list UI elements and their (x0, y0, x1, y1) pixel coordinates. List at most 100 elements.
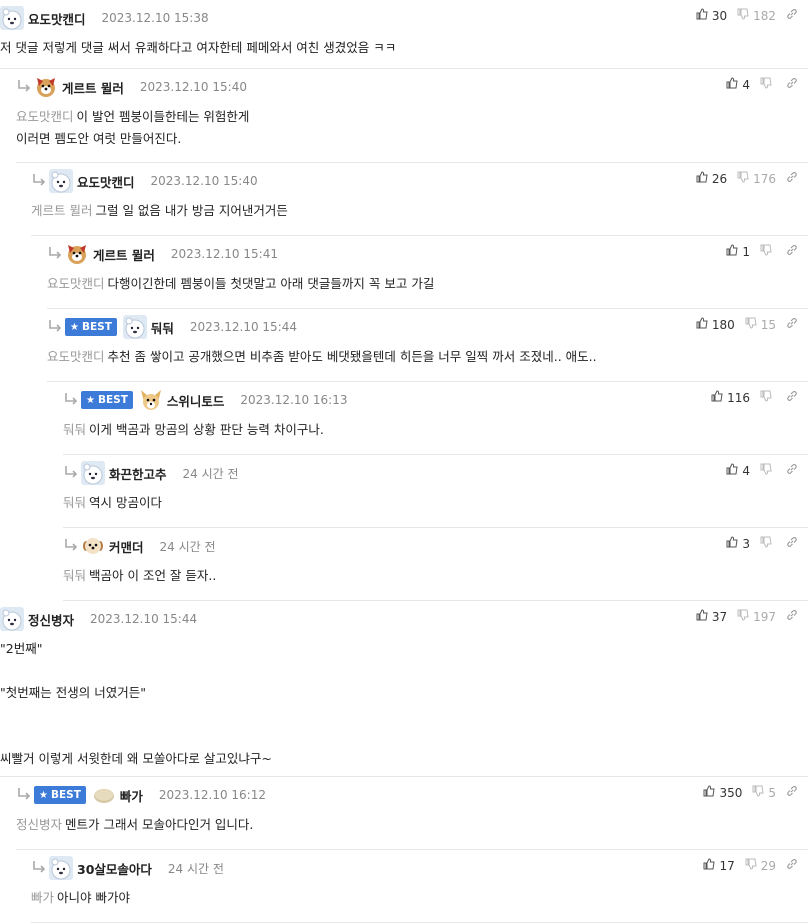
comment-body: 요도맛캔디 다행이긴한데 펨붕이들 첫댓말고 아래 댓글들까지 꼭 보고 가길 (47, 273, 768, 295)
downvote-button[interactable]: 176 (737, 171, 776, 186)
vote-area: 30 182 (696, 8, 798, 23)
thumbs-down-icon (760, 463, 776, 478)
comment-author[interactable]: 게르트 뮐러 (93, 245, 155, 264)
upvote-button[interactable]: 116 (711, 390, 750, 405)
mention-link[interactable]: 요도맛캔디 (16, 109, 74, 124)
comment-author[interactable]: 화끈한고추 (109, 464, 167, 483)
avatar[interactable] (0, 6, 24, 30)
downvote-button[interactable] (760, 536, 776, 551)
avatar[interactable] (34, 75, 58, 99)
comment-author[interactable]: 빠가 (120, 786, 143, 805)
upvote-button[interactable]: 1 (726, 244, 750, 259)
comment-text: 백곰아 이 조언 잘 듣자.. (89, 568, 217, 583)
reply-arrow-icon (63, 392, 81, 409)
avatar[interactable] (91, 783, 116, 807)
mention-link[interactable]: 요도맛캔디 (47, 349, 105, 364)
vote-area: 26 176 (696, 171, 798, 186)
thumbs-up-icon (726, 77, 742, 92)
reply-arrow-icon (63, 538, 81, 555)
downvote-button[interactable]: 15 (745, 317, 776, 332)
comment-body: 빠가 아니야 빠가야 (31, 887, 768, 909)
downvote-button[interactable] (760, 244, 776, 259)
upvote-button[interactable]: 350 (703, 785, 742, 800)
link-icon[interactable] (786, 858, 798, 873)
upvote-button[interactable]: 37 (696, 609, 727, 624)
thumbs-down-icon (752, 785, 768, 800)
comment-author[interactable]: 정신병자 (28, 610, 74, 629)
avatar[interactable] (81, 461, 105, 485)
link-icon[interactable] (786, 317, 798, 332)
downvote-button[interactable] (760, 390, 776, 405)
avatar[interactable] (49, 169, 73, 193)
comment-body: 요도맛캔디 추천 좀 쌓이고 공개했으면 비추좀 받아도 베댓됐을텐데 히든을 너… (47, 346, 768, 368)
upvote-count: 180 (711, 317, 735, 332)
comment-author[interactable]: 커맨더 (109, 537, 144, 556)
mention-link[interactable]: 둬둬 (63, 422, 86, 437)
upvote-button[interactable]: 26 (696, 171, 727, 186)
comment-date: 2023.12.10 15:41 (170, 247, 278, 261)
downvote-button[interactable]: 197 (737, 609, 776, 624)
avatar[interactable] (49, 856, 73, 880)
thumbs-up-icon (726, 463, 742, 478)
thumbs-up-icon (696, 171, 712, 186)
comment-author[interactable]: 둬둬 (151, 318, 174, 337)
avatar[interactable] (122, 315, 147, 339)
link-icon[interactable] (786, 77, 798, 92)
upvote-button[interactable]: 30 (696, 8, 727, 23)
comment-text: 멘트가 그래서 모솔아다인거 입니다. (65, 817, 254, 832)
comment-text: 저 댓글 저렇게 댓글 써서 유쾌하다고 여자한테 페메와서 여친 생겼었음 ㅋ… (0, 40, 397, 55)
vote-area: 116 (711, 390, 798, 405)
link-icon[interactable] (786, 171, 798, 186)
avatar[interactable] (65, 242, 89, 266)
downvote-button[interactable] (760, 463, 776, 478)
comment-item: ★ BEST 빠가 2023.12.10 16:12 350 5 정신병자 멘트가 그래서 모… (16, 777, 808, 850)
downvote-button[interactable] (760, 77, 776, 92)
reply-arrow-icon (31, 860, 49, 877)
comment-body: 둬둬 백곰아 이 조언 잘 듣자.. (63, 565, 768, 587)
link-icon[interactable] (786, 609, 798, 624)
upvote-button[interactable]: 180 (696, 317, 735, 332)
link-icon[interactable] (786, 8, 798, 23)
comment-date: 2023.12.10 15:40 (150, 174, 258, 188)
link-icon[interactable] (786, 463, 798, 478)
link-icon[interactable] (786, 390, 798, 405)
mention-link[interactable]: 빠가 (31, 890, 54, 905)
comment-item: 30살모솔아다 24 시간 전 17 29 빠가 아니야 빠가야 (31, 850, 808, 923)
thumbs-up-icon (711, 390, 727, 405)
mention-link[interactable]: 정신병자 (16, 817, 62, 832)
link-icon[interactable] (786, 244, 798, 259)
upvote-button[interactable]: 3 (726, 536, 750, 551)
upvote-count: 1 (742, 244, 750, 259)
mention-link[interactable]: 요도맛캔디 (47, 276, 105, 291)
downvote-count: 29 (760, 858, 776, 873)
thumbs-down-icon (737, 8, 753, 23)
downvote-button[interactable]: 5 (752, 785, 776, 800)
downvote-button[interactable]: 29 (745, 858, 776, 873)
link-icon[interactable] (786, 785, 798, 800)
vote-area: 180 15 (696, 317, 798, 332)
mention-link[interactable]: 둬둬 (63, 495, 86, 510)
comment-date: 24 시간 전 (182, 466, 239, 481)
upvote-count: 350 (719, 785, 743, 800)
vote-area: 3 (726, 536, 798, 551)
mention-link[interactable]: 둬둬 (63, 568, 86, 583)
avatar[interactable] (81, 534, 105, 558)
downvote-button[interactable]: 182 (737, 8, 776, 23)
downvote-count: 197 (753, 609, 776, 624)
upvote-button[interactable]: 4 (726, 463, 750, 478)
avatar[interactable] (0, 607, 24, 631)
upvote-button[interactable]: 4 (726, 77, 750, 92)
upvote-count: 3 (742, 536, 750, 551)
comment-author[interactable]: 요도맛캔디 (28, 9, 86, 28)
comment-body: 정신병자 멘트가 그래서 모솔아다인거 입니다. (16, 814, 768, 836)
comment-author[interactable]: 요도맛캔디 (77, 172, 135, 191)
upvote-button[interactable]: 17 (703, 858, 735, 873)
link-icon[interactable] (786, 536, 798, 551)
mention-link[interactable]: 게르트 뮐러 (31, 203, 92, 218)
comment-body: 둬둬 이게 백곰과 망곰의 상황 판단 능력 차이구나. (63, 419, 768, 441)
comment-date: 24 시간 전 (167, 861, 224, 876)
avatar[interactable] (138, 388, 163, 412)
comment-author[interactable]: 30살모솔아다 (77, 859, 152, 878)
comment-author[interactable]: 스위니토드 (167, 391, 225, 410)
comment-author[interactable]: 게르트 뮐러 (62, 78, 124, 97)
